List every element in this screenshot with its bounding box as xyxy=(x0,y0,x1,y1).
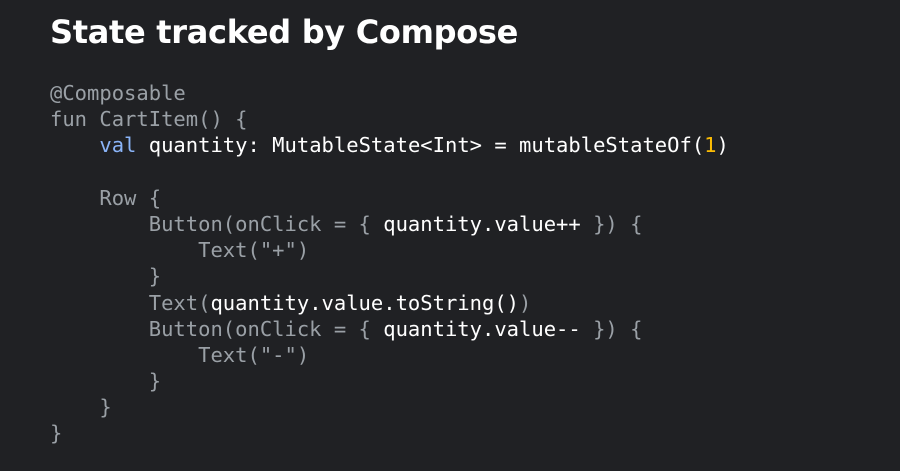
code-token: quantity.value.toString() xyxy=(210,290,520,315)
code-token: 1 xyxy=(704,133,717,158)
code-token: }) { xyxy=(580,316,643,341)
code-token: @Composable xyxy=(50,81,186,105)
code-token: : MutableState<Int> = mutableStateOf( xyxy=(247,133,705,158)
code-token: } xyxy=(50,395,112,420)
code-token: Text("+") xyxy=(50,238,310,263)
code-block: @Composable fun CartItem() { val quantity… xyxy=(50,80,729,447)
code-line: fun CartItem() { xyxy=(50,106,729,132)
code-line: Button(onClick = { quantity.value-- }) { xyxy=(50,316,729,342)
code-token: Text( xyxy=(50,290,211,315)
code-line: val quantity: MutableState<Int> = mutabl… xyxy=(50,132,729,158)
code-token: } xyxy=(50,369,162,394)
code-token: ) xyxy=(716,133,729,158)
code-line: } xyxy=(50,420,729,446)
code-token: quantity xyxy=(136,133,248,158)
code-token: } xyxy=(50,421,63,446)
code-line: Text("+") xyxy=(50,237,729,263)
code-line: Text(quantity.value.toString()) xyxy=(50,290,729,316)
code-line: Row { xyxy=(50,185,729,211)
code-token: Text("-") xyxy=(50,342,310,367)
code-line: } xyxy=(50,368,729,394)
code-line: Button(onClick = { quantity.value++ }) { xyxy=(50,211,729,237)
code-token: Button(onClick = { xyxy=(50,316,384,341)
code-line: @Composable xyxy=(50,80,729,106)
code-token: ) xyxy=(519,290,532,315)
slide-title: State tracked by Compose xyxy=(50,13,519,51)
code-line: } xyxy=(50,394,729,420)
code-token: quantity.value++ xyxy=(383,211,581,236)
slide: State tracked by Compose @Composable fun … xyxy=(0,0,900,471)
code-token: fun CartItem() { xyxy=(50,107,248,132)
code-line: Text("-") xyxy=(50,342,729,368)
code-token: Row { xyxy=(50,185,162,210)
code-line: } xyxy=(50,263,729,289)
code-token: } xyxy=(50,264,162,289)
code-token: val xyxy=(99,133,137,158)
code-token: quantity.value-- xyxy=(383,316,581,341)
code-token: }) { xyxy=(580,211,643,236)
code-token: Button(onClick = { xyxy=(50,211,384,236)
